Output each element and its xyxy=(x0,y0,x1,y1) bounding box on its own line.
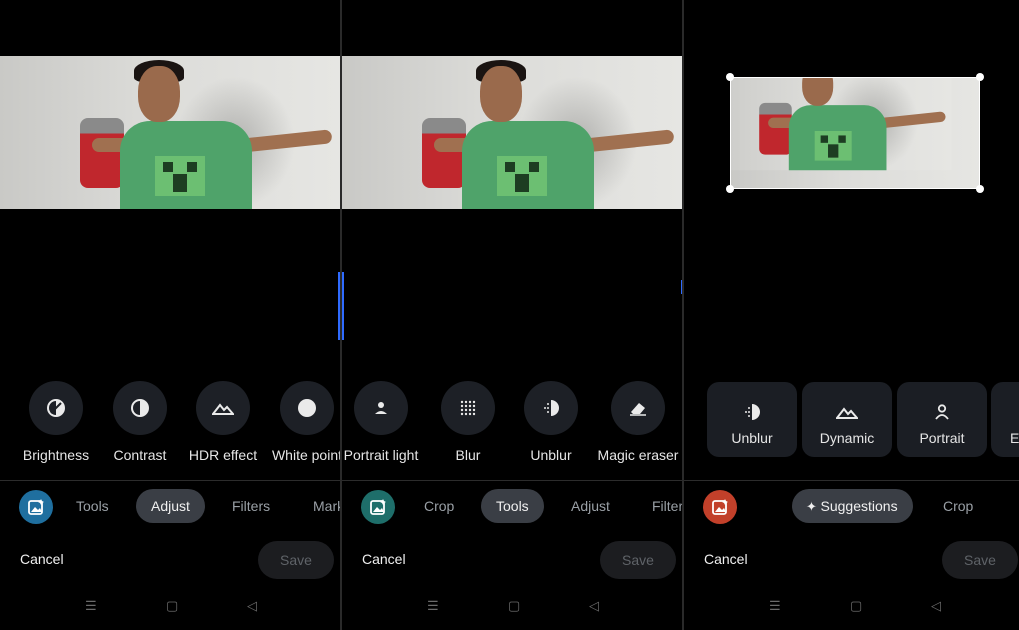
tab-crop[interactable]: Crop xyxy=(943,489,973,523)
person-icon xyxy=(897,402,987,422)
tab-label: Suggestions xyxy=(820,498,898,514)
tab-tools[interactable]: Tools xyxy=(76,489,109,523)
suggestion-label: Dynamic xyxy=(819,430,875,446)
tab-crop[interactable]: Crop xyxy=(424,489,454,523)
divider-line xyxy=(684,480,1019,481)
tab-tools[interactable]: Tools xyxy=(481,489,544,523)
contrast-icon xyxy=(113,381,167,435)
cancel-button[interactable]: Cancel xyxy=(704,551,748,567)
save-button[interactable]: Save xyxy=(942,541,1018,579)
divider-line xyxy=(342,480,682,481)
tab-filters[interactable]: Filters xyxy=(232,489,270,523)
suggestion-partial[interactable]: E xyxy=(991,382,1019,457)
tab-markup[interactable]: Mark xyxy=(313,489,340,523)
edited-photo xyxy=(0,56,340,209)
tool-label: Portrait light xyxy=(343,447,419,463)
editor-tab-bar: Crop Tools Adjust Filter xyxy=(342,489,682,525)
back-nav-icon[interactable]: ◁ xyxy=(247,598,257,614)
suggestion-label: Portrait xyxy=(919,430,965,446)
tool-magic-eraser[interactable]: Magic eraser xyxy=(593,381,682,463)
tool-portrait-light[interactable]: Portrait light xyxy=(342,381,426,463)
suggestions-icon[interactable] xyxy=(361,490,395,524)
suggestion-label: Unblur xyxy=(731,430,773,446)
unblur-icon xyxy=(524,381,578,435)
tool-label: Unblur xyxy=(530,447,572,463)
editor-panel-adjust: Brightness Contrast HDR effect White poi… xyxy=(0,0,340,630)
cancel-button[interactable]: Cancel xyxy=(20,551,64,567)
editor-panel-tools: Portrait light Blur Unblur Magic eraser … xyxy=(342,0,682,630)
crop-handle-top-left[interactable] xyxy=(726,73,734,81)
crop-handle-bottom-right[interactable] xyxy=(976,185,984,193)
save-button[interactable]: Save xyxy=(600,541,676,579)
tool-hdr-effect[interactable]: HDR effect xyxy=(178,381,268,463)
tool-contrast[interactable]: Contrast xyxy=(95,381,185,463)
tool-label: Blur xyxy=(455,447,481,463)
portrait-light-icon xyxy=(354,381,408,435)
unblur-icon xyxy=(707,402,797,422)
editor-tab-bar: ✦ Suggestions Crop xyxy=(684,489,1019,525)
cancel-button[interactable]: Cancel xyxy=(362,551,406,567)
white-point-icon xyxy=(280,381,334,435)
tool-unblur[interactable]: Unblur xyxy=(506,381,596,463)
tool-label: Contrast xyxy=(113,447,167,463)
tab-adjust[interactable]: Adjust xyxy=(136,489,205,523)
editor-tab-bar: Tools Adjust Filters Mark xyxy=(0,489,340,525)
menu-nav-icon[interactable]: ☰ xyxy=(427,598,439,614)
mountain-icon xyxy=(802,402,892,422)
back-nav-icon[interactable]: ◁ xyxy=(589,598,599,614)
tool-label: White point xyxy=(271,447,340,463)
editor-panel-suggestions: Unblur Dynamic Portrait E ✦ Suggestions … xyxy=(684,0,1019,630)
home-nav-icon[interactable]: ▢ xyxy=(850,598,862,614)
home-nav-icon[interactable]: ▢ xyxy=(508,598,520,614)
tab-suggestions[interactable]: ✦ Suggestions xyxy=(792,489,913,523)
eraser-icon xyxy=(611,381,665,435)
crop-frame[interactable] xyxy=(730,77,980,189)
sparkle-icon: ✦ xyxy=(806,499,821,514)
suggestion-unblur[interactable]: Unblur xyxy=(707,382,797,457)
brightness-icon xyxy=(29,381,83,435)
save-button[interactable]: Save xyxy=(258,541,334,579)
partial-icon xyxy=(991,402,1019,422)
tool-label: Magic eraser xyxy=(597,447,679,463)
tool-white-point[interactable]: White point xyxy=(262,381,340,463)
suggestion-dynamic[interactable]: Dynamic xyxy=(802,382,892,457)
menu-nav-icon[interactable]: ☰ xyxy=(85,598,97,614)
tab-adjust[interactable]: Adjust xyxy=(571,489,610,523)
tool-brightness[interactable]: Brightness xyxy=(11,381,101,463)
edited-photo xyxy=(342,56,682,209)
suggestions-icon[interactable] xyxy=(703,490,737,524)
scroll-indicator xyxy=(342,272,344,340)
divider-line xyxy=(0,480,340,481)
crop-handle-bottom-left[interactable] xyxy=(726,185,734,193)
suggestions-icon[interactable] xyxy=(19,490,53,524)
suggestion-portrait[interactable]: Portrait xyxy=(897,382,987,457)
home-nav-icon[interactable]: ▢ xyxy=(166,598,178,614)
menu-nav-icon[interactable]: ☰ xyxy=(769,598,781,614)
tool-label: Brightness xyxy=(22,447,90,463)
tab-filters[interactable]: Filter xyxy=(652,489,682,523)
suggestion-label: E xyxy=(1010,430,1019,446)
back-nav-icon[interactable]: ◁ xyxy=(931,598,941,614)
crop-handle-top-right[interactable] xyxy=(976,73,984,81)
tool-label: HDR effect xyxy=(188,447,258,463)
mountain-icon xyxy=(196,381,250,435)
tool-blur[interactable]: Blur xyxy=(423,381,513,463)
blur-icon xyxy=(441,381,495,435)
